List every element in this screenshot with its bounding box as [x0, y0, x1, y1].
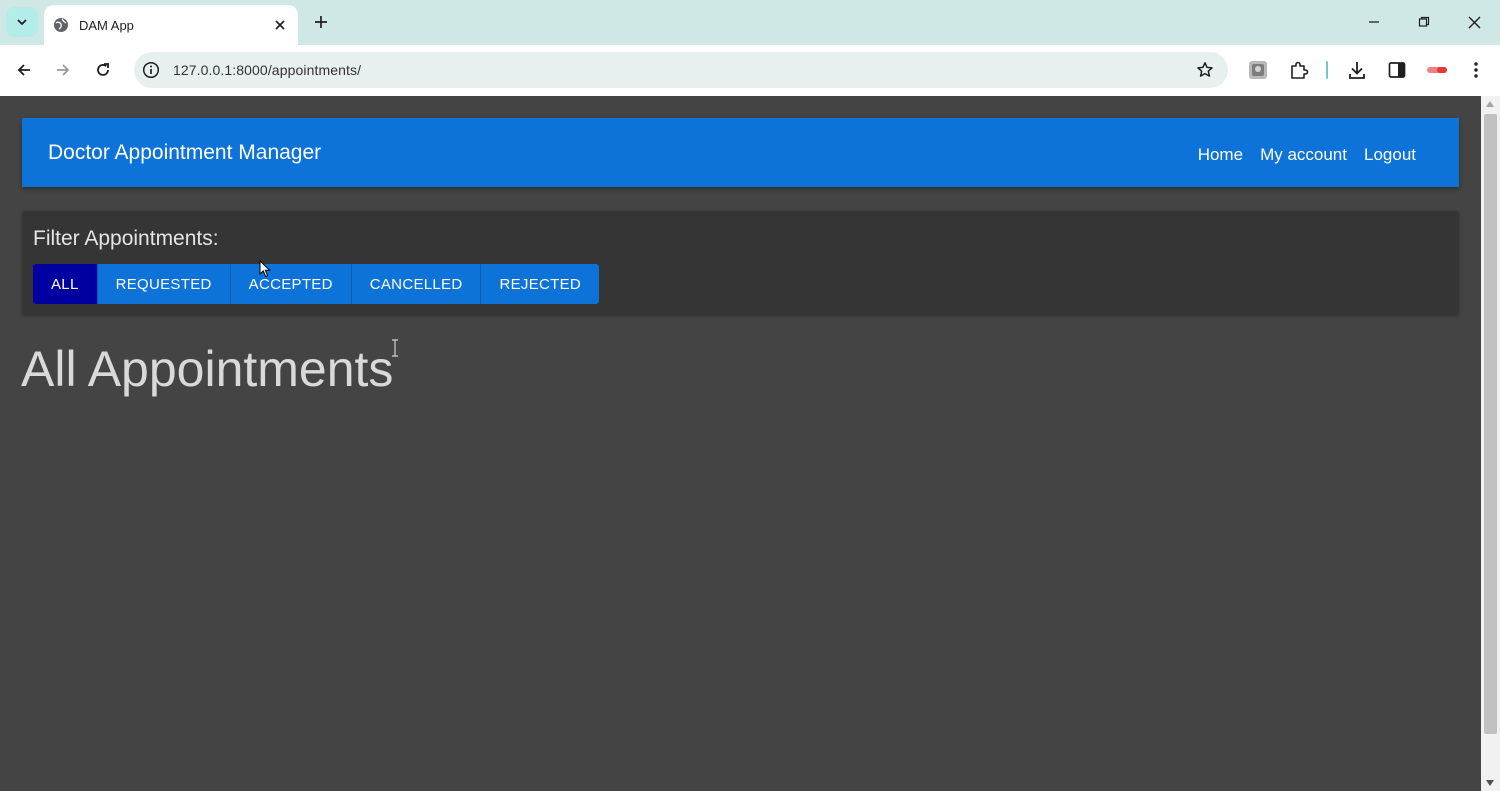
toolbar-separator	[1326, 61, 1328, 79]
recording-extension-button[interactable]	[1424, 57, 1450, 83]
reload-button[interactable]	[90, 57, 116, 83]
plus-icon	[315, 16, 327, 28]
restore-button[interactable]	[1409, 8, 1439, 36]
filter-label: Filter Appointments:	[33, 227, 219, 250]
filter-cancelled-button[interactable]: CANCELLED	[351, 264, 482, 304]
filter-card: Filter Appointments: ALL REQUESTED ACCEP…	[22, 211, 1459, 315]
close-icon	[275, 20, 285, 30]
restore-icon	[1418, 16, 1430, 27]
scrollbar-thumb[interactable]	[1484, 114, 1497, 734]
arrow-right-icon	[57, 64, 70, 76]
profile-extension-button[interactable]	[1245, 57, 1271, 83]
scroll-up-arrow-icon[interactable]	[1486, 101, 1494, 107]
close-window-button[interactable]	[1459, 8, 1489, 36]
globe-icon	[53, 17, 69, 33]
arrow-left-icon	[17, 64, 30, 76]
mouse-pointer-icon	[259, 260, 271, 278]
scroll-down-arrow-icon[interactable]	[1486, 780, 1494, 786]
side-panel-button[interactable]	[1384, 57, 1410, 83]
tab-search-button[interactable]	[6, 7, 38, 37]
browser-tabstrip: DAM App	[0, 0, 1500, 45]
page-viewport: Doctor Appointment Manager Home My accou…	[0, 96, 1481, 791]
browser-tab[interactable]: DAM App	[44, 5, 298, 45]
info-icon	[142, 61, 160, 79]
close-icon	[1468, 16, 1480, 28]
nav-link-my-account[interactable]: My account	[1260, 145, 1347, 165]
puzzle-icon	[1291, 61, 1309, 79]
url-text: 127.0.0.1:8000/appointments/	[173, 62, 362, 78]
nav-link-home[interactable]: Home	[1198, 145, 1243, 165]
filter-all-button[interactable]: ALL	[33, 264, 98, 304]
page-heading: All Appointments	[21, 341, 394, 397]
browser-menu-button[interactable]	[1463, 57, 1489, 83]
minimize-button[interactable]	[1359, 8, 1389, 36]
forward-button[interactable]	[50, 57, 76, 83]
nav-link-logout[interactable]: Logout	[1364, 145, 1416, 165]
app-brand[interactable]: Doctor Appointment Manager	[48, 141, 321, 165]
filter-requested-button[interactable]: REQUESTED	[97, 264, 231, 304]
bookmark-button[interactable]	[1192, 57, 1218, 83]
extensions-button[interactable]	[1286, 57, 1312, 83]
kebab-menu-icon	[1474, 62, 1478, 78]
tab-title: DAM App	[79, 17, 134, 33]
reload-icon	[97, 63, 109, 76]
filter-rejected-button[interactable]: REJECTED	[481, 264, 600, 304]
app-navbar: Doctor Appointment Manager Home My accou…	[22, 118, 1459, 187]
back-button[interactable]	[11, 57, 37, 83]
download-icon	[1349, 62, 1365, 79]
browser-toolbar: 127.0.0.1:8000/appointments/	[0, 45, 1500, 96]
downloads-button[interactable]	[1344, 57, 1370, 83]
star-icon	[1197, 62, 1213, 77]
filter-button-group: ALL REQUESTED ACCEPTED CANCELLED REJECTE…	[33, 264, 600, 304]
new-tab-button[interactable]	[308, 9, 334, 35]
nav-links: Home My account Logout	[1198, 145, 1416, 165]
extension-avatar-icon	[1249, 61, 1267, 79]
address-bar[interactable]: 127.0.0.1:8000/appointments/	[134, 52, 1228, 88]
text-cursor-icon	[392, 339, 398, 357]
tab-close-button[interactable]	[268, 13, 292, 37]
page-scrollbar[interactable]	[1481, 96, 1500, 791]
side-panel-icon	[1388, 62, 1406, 78]
chevron-down-icon	[17, 19, 27, 26]
site-info-button[interactable]	[140, 59, 162, 81]
minimize-icon	[1369, 21, 1379, 23]
record-extension-icon	[1427, 67, 1447, 73]
filter-accepted-button[interactable]: ACCEPTED	[230, 264, 352, 304]
